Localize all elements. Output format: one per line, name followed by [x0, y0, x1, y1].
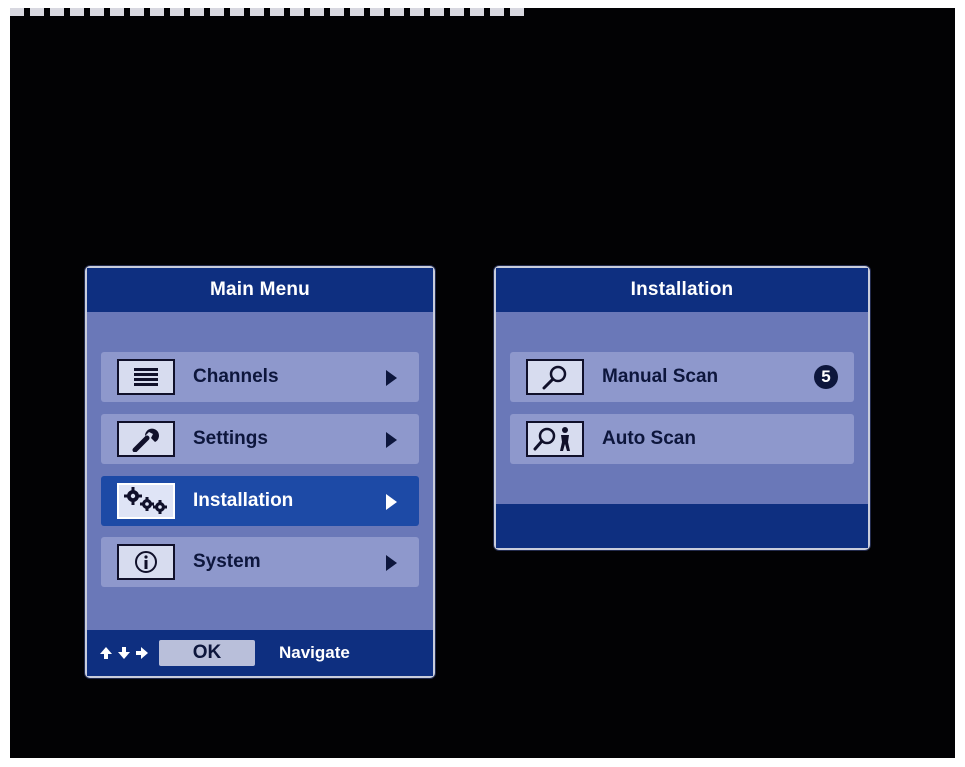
top-dash-artifact [10, 8, 530, 16]
menu-item-label: System [193, 551, 261, 572]
main-menu-panel: Main Menu Channels Settings Installation… [85, 266, 435, 678]
submenu-item-label: Manual Scan [602, 366, 719, 387]
chevron-right-icon [386, 494, 397, 510]
menu-item-settings[interactable]: Settings [101, 414, 419, 464]
navigate-hint: Navigate [279, 643, 350, 662]
menu-item-label: Channels [193, 366, 279, 387]
nav-arrows [99, 646, 149, 660]
arrow-down-icon [118, 647, 130, 659]
chevron-right-icon [386, 432, 397, 448]
chevron-right-icon [386, 370, 397, 386]
submenu-item-auto-scan[interactable]: Auto Scan [510, 414, 854, 464]
menu-item-installation[interactable]: Installation [101, 476, 419, 526]
arrow-up-icon [100, 647, 112, 659]
magnifier-person-icon [526, 421, 584, 457]
submenu-item-manual-scan[interactable]: Manual Scan 5 [510, 352, 854, 402]
menu-item-channels[interactable]: Channels [101, 352, 419, 402]
installation-title: Installation [496, 268, 868, 312]
installation-panel: Installation Manual Scan 5 Auto Scan [494, 266, 870, 550]
menu-item-system[interactable]: System [101, 537, 419, 587]
magnifier-icon [526, 359, 584, 395]
menu-item-label: Settings [193, 428, 268, 449]
gears-icon [117, 483, 175, 519]
main-menu-title: Main Menu [87, 268, 433, 312]
chevron-right-icon [386, 555, 397, 571]
installation-footer [496, 504, 868, 548]
step-badge: 5 [814, 365, 838, 389]
wrench-icon [117, 421, 175, 457]
submenu-item-label: Auto Scan [602, 428, 696, 449]
menu-item-label: Installation [193, 490, 294, 511]
tv-screen: Main Menu Channels Settings Installation… [10, 8, 955, 758]
arrow-right-icon [136, 647, 148, 659]
ok-button[interactable]: OK [159, 640, 255, 666]
list-icon [117, 359, 175, 395]
main-menu-footer: OK Navigate [87, 630, 433, 676]
info-icon [117, 544, 175, 580]
